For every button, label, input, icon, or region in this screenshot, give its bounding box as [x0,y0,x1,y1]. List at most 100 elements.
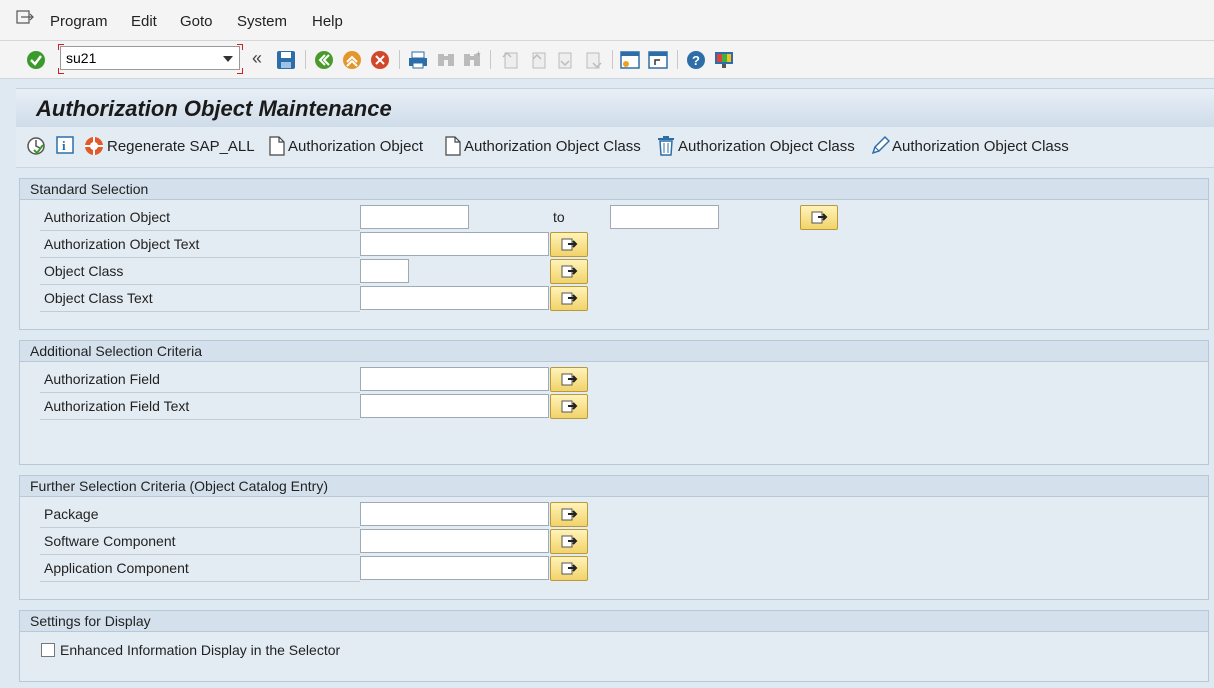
command-input[interactable] [66,50,216,66]
find-next-icon: + [462,49,482,70]
object-class-text-field[interactable] [360,286,549,310]
row-authorization-field-text: Authorization Field Text [40,394,640,420]
package-field[interactable] [360,502,549,526]
divider [40,581,360,582]
change-authorization-object-class-button[interactable]: Authorization Object Class [892,138,1069,155]
focus-corner-tl [58,44,64,50]
multiple-selection-button[interactable] [550,502,588,527]
field-label: Software Component [44,533,176,549]
authorization-object-to-input[interactable] [611,206,718,228]
multiple-selection-button[interactable] [550,367,588,392]
multiple-selection-button[interactable] [550,259,588,284]
authorization-field-field[interactable] [360,367,549,391]
chevron-down-icon[interactable] [223,56,233,62]
create-document-icon[interactable] [269,136,285,156]
menu-program[interactable]: Program [50,13,108,30]
row-object-class: Object Class [40,259,640,285]
info-icon[interactable]: i [56,136,74,154]
separator [677,50,678,69]
create-document-icon[interactable] [445,136,461,156]
menu-goto[interactable]: Goto [180,13,213,30]
divider [40,554,360,555]
application-component-field[interactable] [360,556,549,580]
cancel-icon[interactable] [370,50,390,70]
software-component-field[interactable] [360,529,549,553]
group-title: Further Selection Criteria (Object Catal… [20,476,1208,497]
divider [40,311,360,312]
focus-corner-bl [58,68,64,74]
multiple-selection-button[interactable] [550,556,588,581]
divider [40,257,360,258]
object-class-text-input[interactable] [361,287,548,309]
collapse-icon[interactable]: « [252,48,262,69]
multiple-selection-icon [561,535,578,548]
authorization-object-to-field[interactable] [610,205,719,229]
separator [490,50,491,69]
previous-page-icon [528,50,548,70]
multiple-selection-icon [561,508,578,521]
divider [40,284,360,285]
multiple-selection-button[interactable] [550,529,588,554]
multiple-selection-button[interactable] [550,394,588,419]
regenerate-sap-all-button[interactable]: Regenerate SAP_ALL [107,138,255,155]
delete-authorization-object-class-button[interactable]: Authorization Object Class [678,138,855,155]
object-class-input[interactable] [361,260,408,282]
pencil-icon[interactable] [870,135,891,156]
separator [305,50,306,69]
multiple-selection-icon [561,373,578,386]
trash-icon[interactable] [656,135,676,156]
print-icon[interactable] [408,50,428,70]
exit-icon[interactable] [342,50,362,70]
lifebuoy-icon[interactable] [84,136,104,156]
create-authorization-object-button[interactable]: Authorization Object [288,138,423,155]
customize-layout-icon[interactable] [714,50,734,70]
svg-text:?: ? [692,53,700,68]
menu-icon[interactable] [16,10,34,26]
application-toolbar: i Regenerate SAP_ALL Authorization Objec… [16,127,1214,168]
menu-edit[interactable]: Edit [131,13,157,30]
help-icon[interactable]: ? [686,50,706,70]
authorization-field-text-input[interactable] [361,395,548,417]
enhanced-info-checkbox[interactable] [41,643,55,657]
enhanced-info-label[interactable]: Enhanced Information Display in the Sele… [60,642,340,658]
application-component-input[interactable] [361,557,548,579]
new-session-icon[interactable] [620,50,640,70]
object-class-field[interactable] [360,259,409,283]
shortcut-icon[interactable] [648,50,668,70]
back-icon[interactable] [314,50,334,70]
multiple-selection-button[interactable] [550,232,588,257]
save-icon[interactable] [276,50,296,70]
authorization-field-text-field[interactable] [360,394,549,418]
command-field[interactable] [60,46,240,70]
field-label: Package [44,506,99,522]
authorization-field-input[interactable] [361,368,548,390]
package-input[interactable] [361,503,548,525]
focus-corner-tr [237,44,243,50]
row-software-component: Software Component [40,529,640,555]
svg-text:i: i [62,138,66,153]
divider [40,392,360,393]
row-authorization-object-text: Authorization Object Text [40,232,640,258]
field-label: Authorization Field Text [44,398,190,414]
authorization-object-text-input[interactable] [361,233,548,255]
authorization-object-from-input[interactable] [361,206,468,228]
multiple-selection-icon [561,400,578,413]
authorization-object-text-field[interactable] [360,232,549,256]
create-authorization-object-class-button[interactable]: Authorization Object Class [464,138,641,155]
multiple-selection-icon [561,562,578,575]
authorization-object-from-field[interactable] [360,205,469,229]
enter-icon[interactable] [26,50,46,70]
divider [40,230,360,231]
first-page-icon [500,50,520,70]
group-title: Additional Selection Criteria [20,341,1208,362]
field-label: Authorization Object Text [44,236,200,252]
field-label: Application Component [44,560,189,576]
software-component-input[interactable] [361,530,548,552]
multiple-selection-icon [561,265,578,278]
multiple-selection-button[interactable] [550,286,588,311]
execute-icon[interactable] [26,136,46,156]
menu-system[interactable]: System [237,13,287,30]
next-page-icon [556,50,576,70]
multiple-selection-button[interactable] [800,205,838,230]
menu-help[interactable]: Help [312,13,343,30]
